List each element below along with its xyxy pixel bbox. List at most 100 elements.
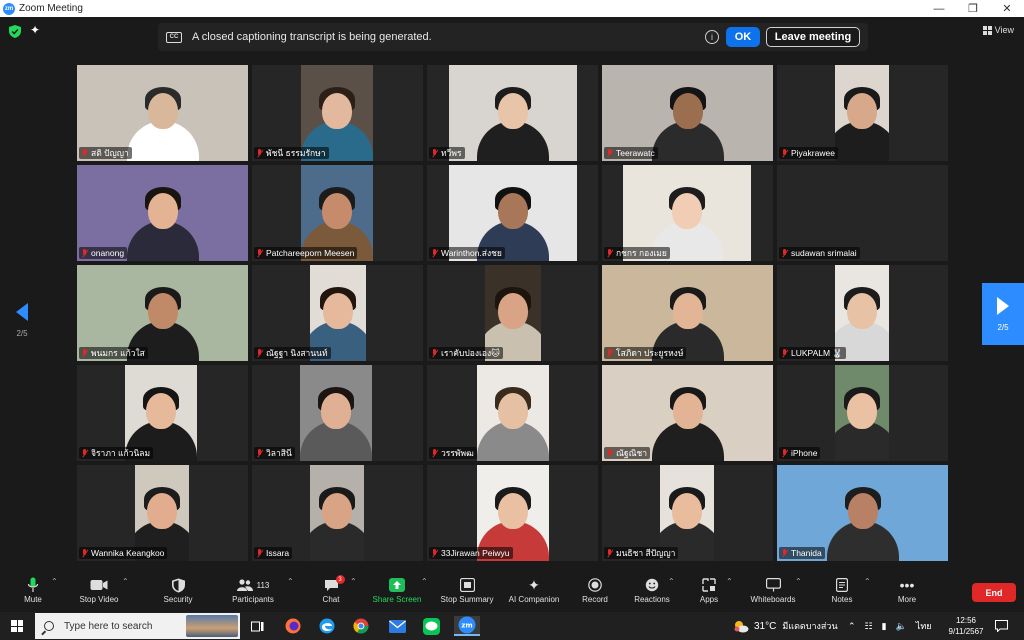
chat-options-caret[interactable]: ⌃ xyxy=(350,577,357,586)
participant-tile[interactable]: Piyakrawee xyxy=(777,65,948,161)
participant-tile[interactable]: กชกร กองเมย xyxy=(602,165,773,261)
previous-page-button[interactable]: 2/5 xyxy=(12,303,32,338)
apps-button[interactable]: Apps xyxy=(698,575,720,604)
muted-microphone-icon xyxy=(81,148,88,158)
apps-options-caret[interactable]: ⌃ xyxy=(726,577,733,586)
taskbar-clock[interactable]: 12:56 9/11/2567 xyxy=(948,615,984,637)
participant-name-tag: ณัฐณิชา xyxy=(604,447,651,459)
participant-tile[interactable]: โสภิดา ประยูรหงษ์ xyxy=(602,265,773,361)
encryption-shield-icon[interactable] xyxy=(9,25,21,38)
svg-text:zm: zm xyxy=(461,622,472,630)
participant-tile[interactable]: Warinthon.ส่งชย xyxy=(427,165,598,261)
participant-tile[interactable]: พนมกร แก้วใส xyxy=(77,265,248,361)
participant-tile[interactable]: Issara xyxy=(252,465,423,561)
chrome-icon[interactable] xyxy=(350,616,372,636)
reactions-options-caret[interactable]: ⌃ xyxy=(668,577,675,586)
stop-summary-button[interactable]: Stop Summary xyxy=(438,575,496,604)
whiteboards-options-caret[interactable]: ⌃ xyxy=(795,577,802,586)
participant-tile[interactable]: onanong xyxy=(77,165,248,261)
info-icon[interactable]: i xyxy=(705,30,719,44)
muted-microphone-icon xyxy=(781,148,788,158)
participant-tile[interactable]: วรรพัพฒ xyxy=(427,365,598,461)
mute-options-caret[interactable]: ⌃ xyxy=(51,577,58,586)
battery-icon[interactable]: ▮ xyxy=(882,621,887,632)
participant-video xyxy=(310,465,364,561)
muted-microphone-icon xyxy=(431,448,438,458)
participant-face xyxy=(672,393,703,429)
share-options-caret[interactable]: ⌃ xyxy=(421,577,428,586)
participant-tile[interactable]: พัชนี ธรรมรักษา xyxy=(252,65,423,161)
close-icon[interactable]: ✕ xyxy=(990,0,1024,17)
muted-microphone-icon xyxy=(256,448,263,458)
participant-name-tag: มนธิชา สีปัญญา xyxy=(604,547,679,559)
zoom-taskbar-icon[interactable]: zm xyxy=(454,616,480,636)
muted-microphone-icon xyxy=(81,248,88,258)
stop-video-button[interactable]: Stop Video xyxy=(75,575,123,604)
clock-time: 12:56 xyxy=(955,616,977,625)
next-page-button[interactable]: 2/5 xyxy=(982,283,1024,345)
participant-tile[interactable]: สติ ปัญญา xyxy=(77,65,248,161)
muted-microphone-icon xyxy=(256,148,263,158)
participant-face xyxy=(672,493,702,529)
view-button[interactable]: View xyxy=(982,25,1014,35)
participant-tile[interactable]: LUKPALM 🐰 xyxy=(777,265,948,361)
participant-tile[interactable]: เราคับปองเอง🐱 xyxy=(427,265,598,361)
input-language[interactable]: ไทย xyxy=(916,619,932,633)
minimize-icon[interactable]: — xyxy=(922,0,956,17)
line-app-icon[interactable] xyxy=(420,616,442,636)
notes-options-caret[interactable]: ⌃ xyxy=(864,577,871,586)
more-button[interactable]: ••• More xyxy=(894,575,920,604)
notes-button[interactable]: Notes xyxy=(828,575,856,604)
weather-widget[interactable]: 31°C มีแดดบางส่วน xyxy=(733,612,838,640)
reactions-button[interactable]: Reactions xyxy=(633,575,671,604)
participants-button[interactable]: 113 Participants xyxy=(228,575,278,604)
security-button[interactable]: Security xyxy=(160,575,196,604)
participants-options-caret[interactable]: ⌃ xyxy=(287,577,294,586)
volume-icon[interactable]: 🔈 xyxy=(896,621,907,632)
tray-chevron-up-icon[interactable]: ⌃ xyxy=(848,621,856,632)
task-view-icon[interactable] xyxy=(246,616,268,636)
participant-tile[interactable]: วิลาสินี xyxy=(252,365,423,461)
ai-companion-button[interactable]: ✦ AI Companion xyxy=(506,575,562,605)
video-options-caret[interactable]: ⌃ xyxy=(122,577,129,586)
participant-tile[interactable]: Teerawatc xyxy=(602,65,773,161)
participant-face xyxy=(498,493,528,529)
ok-button[interactable]: OK xyxy=(726,27,760,47)
participant-tile[interactable]: iPhone xyxy=(777,365,948,461)
muted-microphone-icon xyxy=(606,348,613,358)
meeting-toolbar: Mute ⌃ Stop Video ⌃ Security 113 Partici… xyxy=(0,572,1024,612)
network-icon[interactable]: ☷ xyxy=(865,621,873,632)
participant-tile[interactable]: ณัฐฐา นิงสานนท์ xyxy=(252,265,423,361)
muted-microphone-icon xyxy=(606,448,613,458)
ai-sparkle-icon[interactable]: ✦ xyxy=(30,24,42,37)
participant-tile[interactable]: ทวีพร xyxy=(427,65,598,161)
participant-tile[interactable]: จิราภา แก้วนิลม xyxy=(77,365,248,461)
mute-button[interactable]: Mute xyxy=(20,575,46,604)
participant-name: Teerawatc xyxy=(616,148,655,158)
participant-tile[interactable]: Wannika Keangkoo xyxy=(77,465,248,561)
share-screen-button[interactable]: Share Screen xyxy=(372,575,422,604)
leave-meeting-button[interactable]: Leave meeting xyxy=(766,27,860,47)
end-meeting-button[interactable]: End xyxy=(972,583,1016,602)
edge-icon[interactable] xyxy=(316,616,338,636)
participant-tile[interactable]: ณัฐณิชา xyxy=(602,365,773,461)
participant-tile[interactable]: sudawan srimalai xyxy=(777,165,948,261)
participant-tile[interactable]: Patchareeporn Meesen xyxy=(252,165,423,261)
whiteboards-button[interactable]: Whiteboards xyxy=(747,575,799,604)
participant-tile[interactable]: 33Jirawan Peiwyu xyxy=(427,465,598,561)
taskbar-search[interactable]: Type here to search xyxy=(35,613,240,639)
record-button[interactable]: Record xyxy=(580,575,610,604)
participant-name-tag: sudawan srimalai xyxy=(779,247,860,259)
participant-tile[interactable]: Thanida xyxy=(777,465,948,561)
participant-name: โสภิดา ประยูรหงษ์ xyxy=(616,348,684,358)
restore-icon[interactable]: ❐ xyxy=(956,0,990,17)
chat-button[interactable]: 3 Chat xyxy=(318,575,345,604)
notifications-icon[interactable] xyxy=(995,612,1008,640)
firefox-icon[interactable] xyxy=(282,616,304,636)
muted-microphone-icon xyxy=(256,548,263,558)
windows-start-icon[interactable] xyxy=(11,620,23,632)
mail-icon[interactable] xyxy=(386,616,408,636)
participant-name: LUKPALM 🐰 xyxy=(791,347,843,358)
participant-face xyxy=(672,193,702,229)
participant-tile[interactable]: มนธิชา สีปัญญา xyxy=(602,465,773,561)
